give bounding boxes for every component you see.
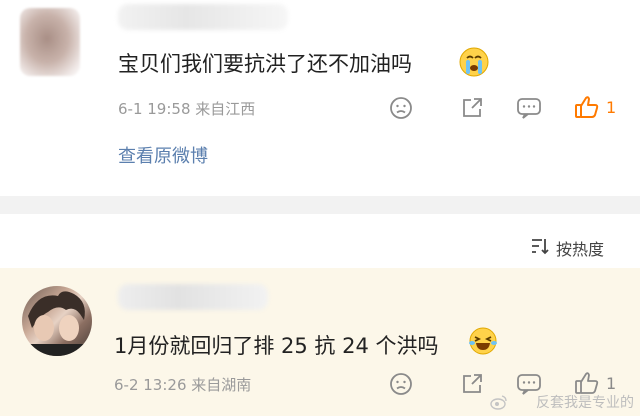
dislike-face-icon[interactable]: [389, 96, 413, 120]
share-icon[interactable]: [460, 372, 484, 396]
weibo-logo-icon: [490, 395, 507, 410]
comment-meta-1: 6-1 19:58 来自江西: [118, 100, 256, 118]
like-thumb-icon-active[interactable]: [574, 94, 600, 120]
sort-icon[interactable]: [530, 236, 550, 256]
comment-card-1: [0, 0, 640, 196]
crying-face-emoji-icon: [459, 47, 489, 77]
comment-text-1: 宝贝们我们要抗洪了还不加油吗: [118, 52, 412, 76]
like-count-2: 1: [606, 374, 617, 393]
username-blurred[interactable]: [118, 4, 288, 30]
avatar-photo-icon: [28, 291, 86, 356]
comment-meta-2: 6-2 13:26 来自湖南: [114, 376, 252, 394]
comment-icon[interactable]: [516, 96, 542, 120]
section-divider: [0, 196, 640, 214]
view-original-link[interactable]: 查看原微博: [118, 142, 208, 168]
sort-by-heat-button[interactable]: 按热度: [556, 236, 604, 260]
avatar-blurred[interactable]: [20, 8, 80, 76]
watermark: 反套我是专业的: [536, 395, 634, 411]
comment-text-2: 1月份就回归了排 25 抗 24 个洪吗: [114, 334, 439, 358]
like-count-1: 1: [606, 98, 617, 117]
avatar[interactable]: [22, 286, 92, 356]
laughing-tears-emoji-icon: [469, 327, 497, 355]
dislike-face-icon[interactable]: [389, 372, 413, 396]
username-blurred[interactable]: [118, 284, 268, 310]
share-icon[interactable]: [460, 96, 484, 120]
